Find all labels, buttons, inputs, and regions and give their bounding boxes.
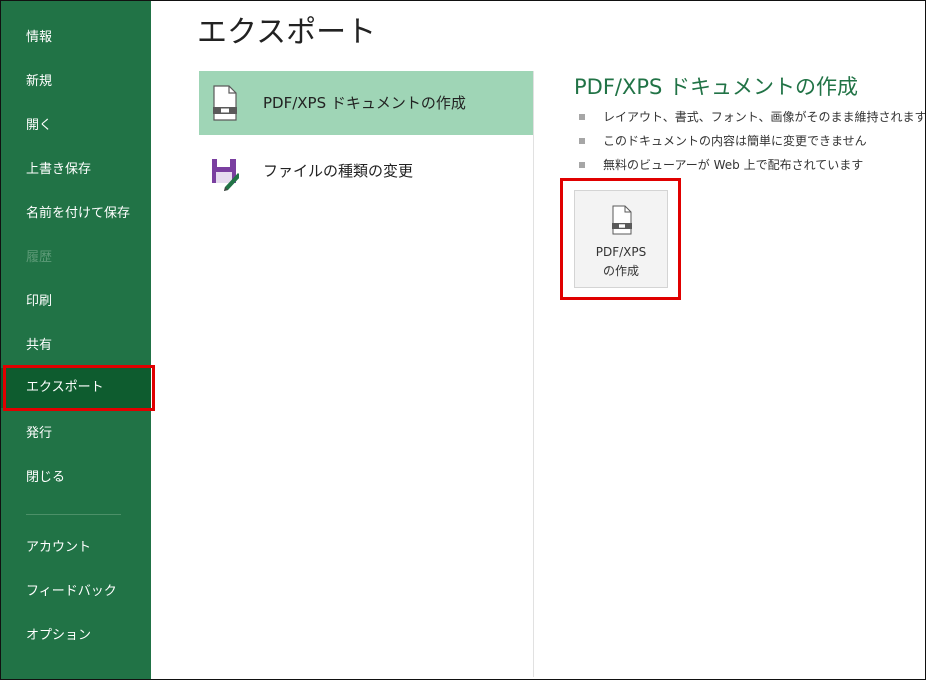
- sidebar-item-account[interactable]: アカウント: [1, 528, 151, 568]
- pdf-document-icon: [213, 85, 237, 121]
- detail-bullet: 無料のビューアーが Web 上で配布されています: [577, 153, 917, 177]
- create-pdf-button-label-line1: PDF/XPS: [595, 245, 647, 259]
- pdf-document-icon: [612, 205, 632, 235]
- sidebar-item-open[interactable]: 開く: [1, 106, 151, 146]
- save-as-edit-icon: [212, 159, 239, 191]
- option-change-file-type[interactable]: ファイルの種類の変更: [199, 139, 533, 203]
- sidebar-item-publish[interactable]: 発行: [1, 414, 151, 454]
- sidebar-item-save-as[interactable]: 名前を付けて保存: [1, 194, 151, 234]
- sidebar-item-save[interactable]: 上書き保存: [1, 150, 151, 190]
- detail-title: PDF/XPS ドキュメントの作成: [574, 75, 859, 99]
- backstage-window: 情報 新規 開く 上書き保存 名前を付けて保存 履歴 印刷 共有 エクスポート …: [0, 0, 926, 680]
- sidebar-item-share[interactable]: 共有: [1, 326, 151, 366]
- option-label-pdf-xps: PDF/XPS ドキュメントの作成: [263, 94, 466, 112]
- backstage-sidebar: 情報 新規 開く 上書き保存 名前を付けて保存 履歴 印刷 共有 エクスポート …: [1, 1, 151, 679]
- sidebar-divider: [26, 514, 121, 515]
- bullet-square-icon: [579, 114, 585, 120]
- create-pdf-xps-button[interactable]: PDF/XPS の作成: [574, 190, 668, 288]
- panel-separator: [533, 71, 534, 677]
- sidebar-item-close[interactable]: 閉じる: [1, 458, 151, 498]
- option-create-pdf-xps[interactable]: PDF/XPS ドキュメントの作成: [199, 71, 533, 135]
- sidebar-item-options[interactable]: オプション: [1, 616, 151, 656]
- page-title: エクスポート: [197, 15, 377, 50]
- bullet-square-icon: [579, 138, 585, 144]
- sidebar-item-history: 履歴: [26, 250, 53, 265]
- sidebar-item-new[interactable]: 新規: [1, 62, 151, 102]
- detail-bullet: このドキュメントの内容は簡単に変更できません: [577, 129, 917, 153]
- sidebar-item-info[interactable]: 情報: [1, 18, 151, 58]
- detail-bullet: レイアウト、書式、フォント、画像がそのまま維持されます: [577, 105, 925, 129]
- detail-bullet-list: レイアウト、書式、フォント、画像がそのまま維持されます このドキュメントの内容は…: [577, 105, 925, 177]
- sidebar-item-export[interactable]: エクスポート: [1, 368, 151, 408]
- sidebar-item-feedback[interactable]: フィードバック: [1, 572, 151, 612]
- sidebar-item-print[interactable]: 印刷: [1, 282, 151, 322]
- option-label-change-file-type: ファイルの種類の変更: [263, 162, 414, 180]
- create-pdf-button-label-line2: の作成: [602, 264, 639, 278]
- export-options-list: PDF/XPS ドキュメントの作成 ファイルの種類の変更: [199, 71, 533, 679]
- bullet-square-icon: [579, 162, 585, 168]
